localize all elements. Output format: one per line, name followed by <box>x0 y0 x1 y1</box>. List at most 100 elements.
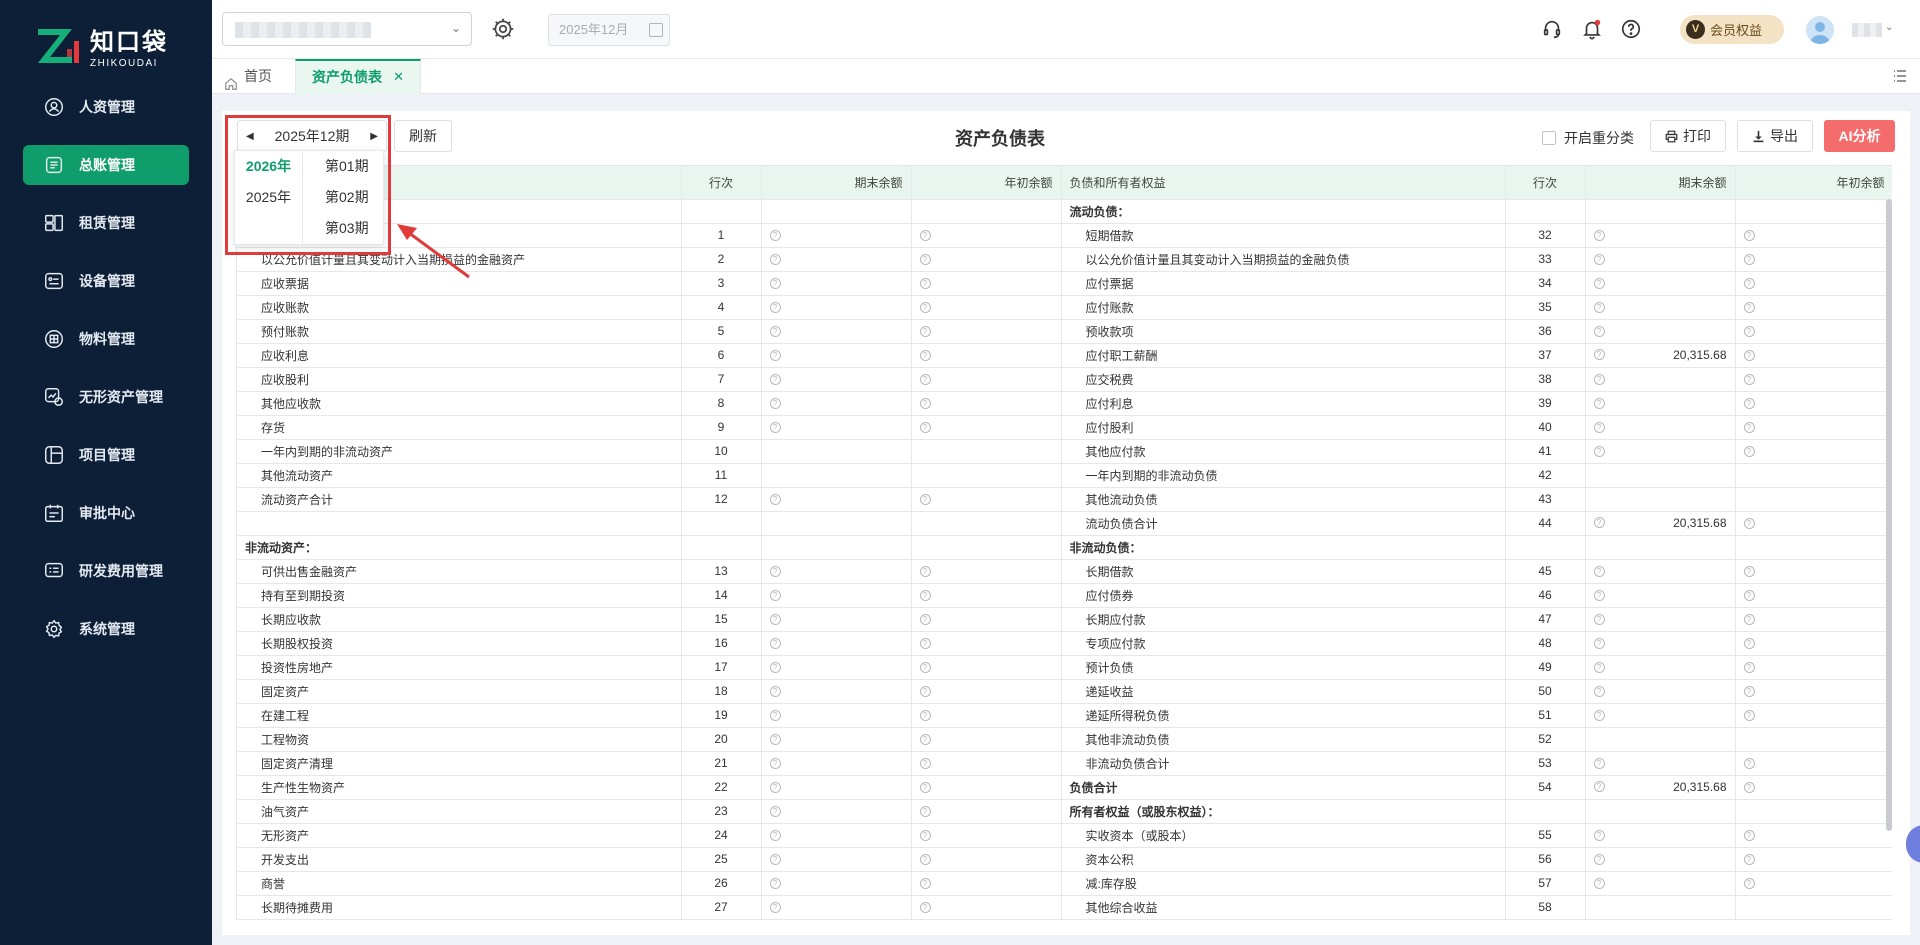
period-option[interactable]: 第01期 <box>303 151 385 182</box>
sidebar-item-9[interactable]: 系统管理 <box>23 609 189 649</box>
begin-balance-cell[interactable]: ? <box>1735 583 1892 608</box>
end-balance-cell[interactable]: ? <box>761 607 912 632</box>
end-balance-cell[interactable]: ? <box>761 847 912 872</box>
end-balance-cell[interactable]: ? <box>761 415 912 440</box>
formula-help-icon[interactable]: ? <box>1743 254 1755 265</box>
formula-help-icon[interactable]: ? <box>769 902 781 913</box>
formula-help-icon[interactable]: ? <box>769 230 781 241</box>
sidebar-item-1[interactable]: 总账管理 <box>23 145 189 185</box>
formula-help-icon[interactable]: ? <box>919 350 931 361</box>
user-chevron-down-icon[interactable]: ⌄ <box>1885 22 1893 33</box>
vip-benefits-button[interactable]: V 会员权益 <box>1680 15 1784 44</box>
ai-analysis-button[interactable]: AI分析 <box>1824 120 1895 152</box>
formula-help-icon[interactable]: ? <box>919 734 931 745</box>
begin-balance-cell[interactable]: ? <box>911 319 1062 344</box>
begin-balance-cell[interactable]: ? <box>911 655 1062 680</box>
formula-help-icon[interactable]: ? <box>919 230 931 241</box>
formula-help-icon[interactable]: ? <box>769 614 781 625</box>
begin-balance-cell[interactable]: ? <box>1735 319 1892 344</box>
formula-help-icon[interactable]: ? <box>919 278 931 289</box>
formula-help-icon[interactable]: ? <box>1743 374 1755 385</box>
table-vertical-scrollbar[interactable] <box>1886 199 1892 831</box>
end-balance-cell[interactable]: ? <box>1585 871 1736 896</box>
end-balance-cell[interactable]: ? <box>761 727 912 752</box>
begin-balance-cell[interactable]: ? <box>1735 271 1892 296</box>
end-balance-cell[interactable]: ? <box>761 703 912 728</box>
formula-help-icon[interactable]: ? <box>769 374 781 385</box>
begin-balance-cell[interactable]: ? <box>1735 607 1892 632</box>
formula-help-icon[interactable]: ? <box>919 566 931 577</box>
formula-help-icon[interactable]: ? <box>769 638 781 649</box>
end-balance-cell[interactable]: ? <box>761 823 912 848</box>
begin-balance-cell[interactable]: ? <box>1735 655 1892 680</box>
begin-balance-cell[interactable]: ? <box>911 823 1062 848</box>
year-option[interactable]: 2026年 <box>235 151 302 182</box>
formula-help-icon[interactable]: ? <box>919 686 931 697</box>
period-option[interactable]: 第03期 <box>303 213 385 244</box>
begin-balance-cell[interactable]: ? <box>911 343 1062 368</box>
begin-balance-cell[interactable]: ? <box>911 751 1062 776</box>
formula-help-icon[interactable]: ? <box>769 302 781 313</box>
formula-help-icon[interactable]: ? <box>769 830 781 841</box>
formula-help-icon[interactable]: ? <box>769 686 781 697</box>
tab-balance-sheet[interactable]: 资产负债表 ✕ <box>295 59 421 94</box>
formula-help-icon[interactable]: ? <box>919 422 931 433</box>
formula-help-icon[interactable]: ? <box>1743 638 1755 649</box>
settings-gear-icon[interactable] <box>490 16 516 42</box>
formula-help-icon[interactable]: ? <box>919 878 931 889</box>
end-balance-cell[interactable]: ? <box>761 871 912 896</box>
tab-close-icon[interactable]: ✕ <box>393 61 404 93</box>
begin-balance-cell[interactable]: ? <box>911 295 1062 320</box>
formula-help-icon[interactable]: ? <box>1743 566 1755 577</box>
begin-balance-cell[interactable]: ? <box>911 415 1062 440</box>
end-balance-cell[interactable]: ? <box>761 247 912 272</box>
avatar[interactable] <box>1806 16 1834 44</box>
user-name-redacted[interactable] <box>1852 23 1882 37</box>
begin-balance-cell[interactable]: ? <box>1735 871 1892 896</box>
formula-help-icon[interactable]: ? <box>919 590 931 601</box>
end-balance-cell[interactable]: ? <box>761 631 912 656</box>
formula-help-icon[interactable]: ? <box>1593 781 1605 792</box>
formula-help-icon[interactable]: ? <box>1743 854 1755 865</box>
begin-balance-cell[interactable]: ? <box>911 871 1062 896</box>
end-balance-cell[interactable]: ? <box>1585 559 1736 584</box>
begin-balance-cell[interactable]: ? <box>911 679 1062 704</box>
end-balance-cell[interactable]: ? <box>761 655 912 680</box>
formula-help-icon[interactable]: ? <box>919 614 931 625</box>
end-balance-cell[interactable]: ? <box>761 295 912 320</box>
formula-help-icon[interactable]: ? <box>1593 878 1605 889</box>
formula-help-icon[interactable]: ? <box>1743 614 1755 625</box>
date-picker-input[interactable]: 2025年12月 <box>548 14 670 46</box>
sidebar-item-4[interactable]: 物料管理 <box>23 319 189 359</box>
begin-balance-cell[interactable]: ? <box>1735 247 1892 272</box>
begin-balance-cell[interactable]: ? <box>911 223 1062 248</box>
period-option[interactable]: 第02期 <box>303 182 385 213</box>
formula-help-icon[interactable]: ? <box>919 398 931 409</box>
end-balance-cell[interactable]: ? 20,315.68 <box>1585 511 1736 536</box>
formula-help-icon[interactable]: ? <box>1743 230 1755 241</box>
end-balance-cell[interactable]: ? <box>761 487 912 512</box>
begin-balance-cell[interactable]: ? <box>911 799 1062 824</box>
sidebar-item-0[interactable]: 人资管理 <box>23 87 189 127</box>
formula-help-icon[interactable]: ? <box>1593 422 1605 433</box>
end-balance-cell[interactable]: ? <box>1585 367 1736 392</box>
end-balance-cell[interactable]: ? <box>761 319 912 344</box>
begin-balance-cell[interactable]: ? <box>1735 511 1892 536</box>
begin-balance-cell[interactable]: ? <box>911 895 1062 920</box>
begin-balance-cell[interactable]: ? <box>1735 367 1892 392</box>
end-balance-cell[interactable]: ? <box>1585 415 1736 440</box>
formula-help-icon[interactable]: ? <box>1743 590 1755 601</box>
formula-help-icon[interactable]: ? <box>1593 278 1605 289</box>
formula-help-icon[interactable]: ? <box>919 302 931 313</box>
formula-help-icon[interactable]: ? <box>769 494 781 505</box>
begin-balance-cell[interactable]: ? <box>911 631 1062 656</box>
headset-support-icon[interactable] <box>1541 18 1563 40</box>
end-balance-cell[interactable]: ? <box>761 895 912 920</box>
begin-balance-cell[interactable]: ? <box>911 847 1062 872</box>
begin-balance-cell[interactable]: ? <box>911 559 1062 584</box>
formula-help-icon[interactable]: ? <box>919 902 931 913</box>
formula-help-icon[interactable]: ? <box>1743 446 1755 457</box>
formula-help-icon[interactable]: ? <box>1743 878 1755 889</box>
sidebar-item-7[interactable]: 审批中心 <box>23 493 189 533</box>
formula-help-icon[interactable]: ? <box>1593 302 1605 313</box>
